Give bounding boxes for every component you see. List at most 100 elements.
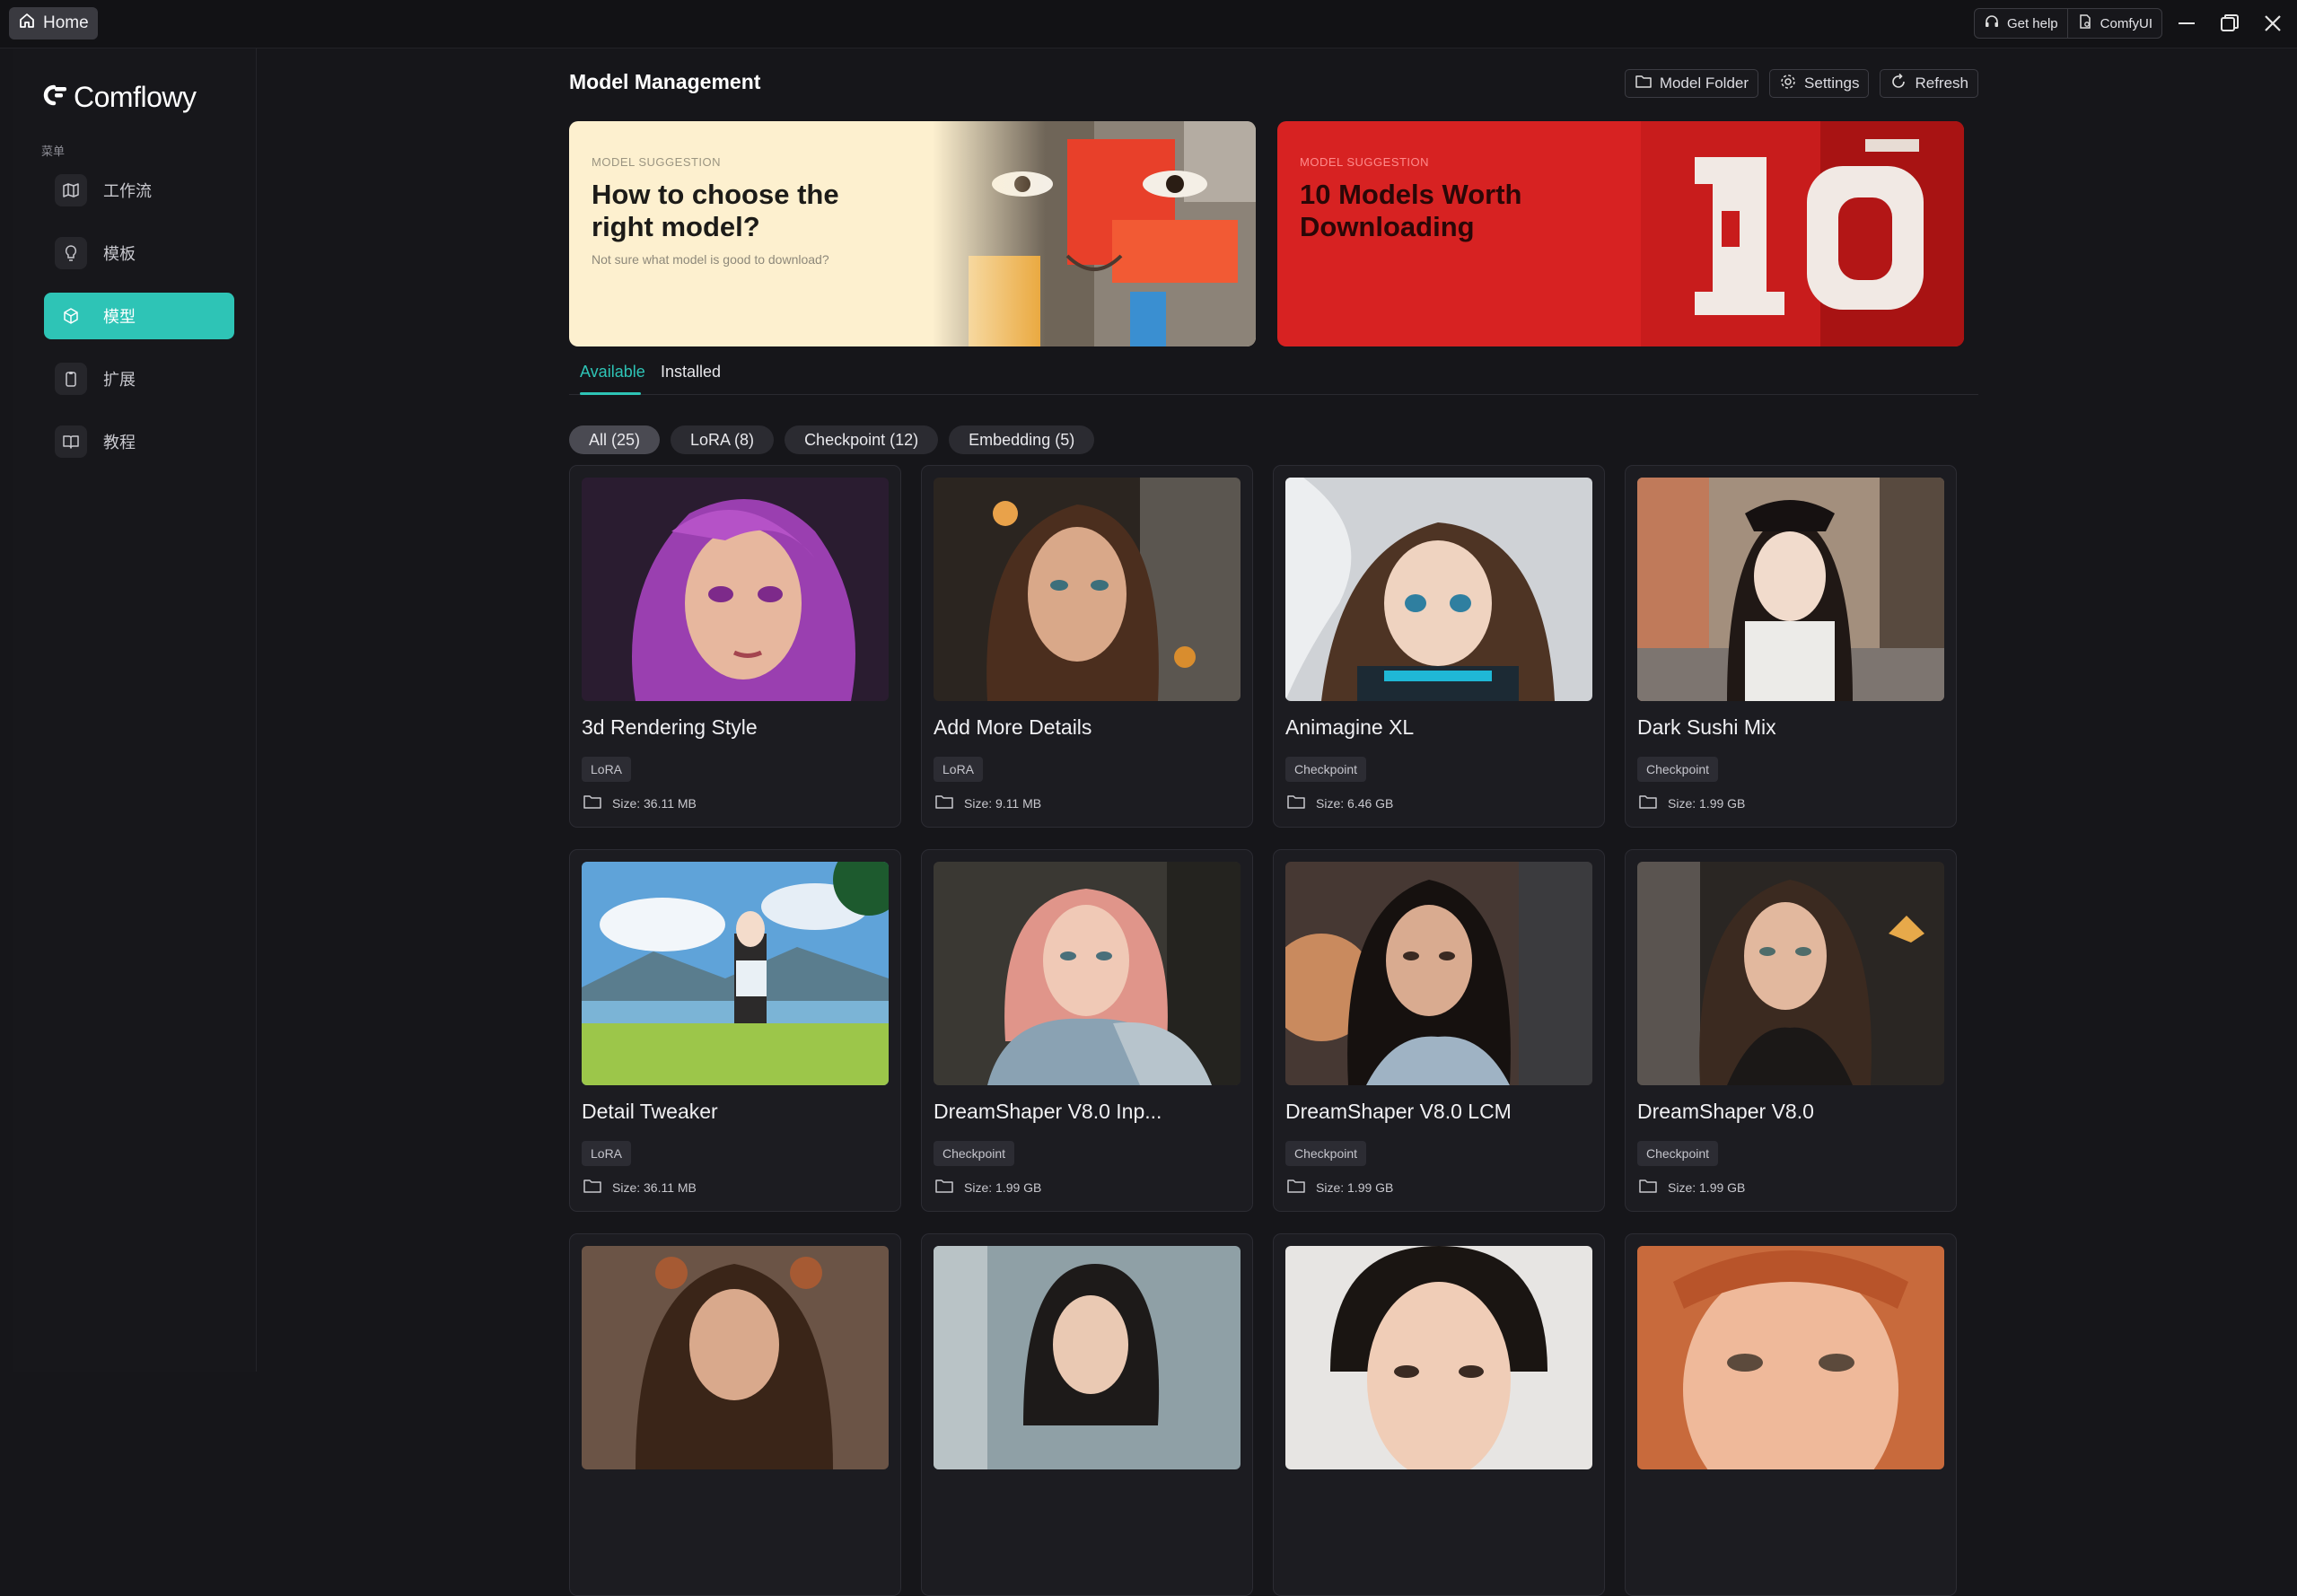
- folder-icon: [583, 1179, 601, 1196]
- model-type-badge: LoRA: [582, 1141, 632, 1166]
- folder-icon: [935, 794, 953, 811]
- sidebar-item-label: 模型: [103, 308, 136, 326]
- model-thumbnail: [1637, 478, 1944, 701]
- sidebar-item-tutorials[interactable]: 教程: [44, 418, 234, 465]
- title-bar: Home Get help ComfyUI: [0, 0, 2297, 48]
- model-thumbnail: [582, 478, 889, 701]
- filter-chip-all[interactable]: All (25): [569, 425, 661, 454]
- lightbulb-icon: [55, 237, 87, 269]
- sidebar-item-label: 扩展: [103, 371, 136, 389]
- model-name: Animagine XL: [1285, 715, 1415, 739]
- model-tabs: Available Installed: [569, 357, 1978, 395]
- sidebar: Comflowy 菜单 工作流 模板 模型 扩展 教程: [13, 48, 257, 1372]
- model-type-badge: LoRA: [582, 757, 632, 782]
- get-help-label: Get help: [2006, 15, 2058, 31]
- model-name: DreamShaper V8.0 LCM: [1285, 1100, 1512, 1123]
- model-card[interactable]: Add More Details LoRA Size: 9.11 MB: [921, 465, 1253, 828]
- headphones-icon: [1984, 13, 2000, 33]
- refresh-icon: [1889, 73, 1907, 95]
- restore-icon[interactable]: [2218, 9, 2241, 38]
- model-card[interactable]: [921, 1233, 1253, 1596]
- model-thumbnail: [934, 862, 1241, 1085]
- minimize-icon[interactable]: [2175, 9, 2198, 38]
- model-name: Dark Sushi Mix: [1637, 715, 1776, 739]
- map-icon: [55, 174, 87, 206]
- settings-button[interactable]: Settings: [1769, 69, 1870, 98]
- window-controls: [2175, 9, 2284, 38]
- sidebar-item-models[interactable]: 模型: [44, 293, 234, 339]
- banner-ten-artwork: [1641, 121, 1964, 346]
- model-name: 3d Rendering Style: [582, 715, 758, 739]
- model-thumbnail: [1637, 1246, 1944, 1469]
- sidebar-nav: 工作流 模板 模型 扩展 教程: [44, 167, 234, 481]
- model-size-label: Size: 6.46 GB: [1316, 795, 1394, 811]
- model-card[interactable]: Dark Sushi Mix Checkpoint Size: 1.99 GB: [1625, 465, 1957, 828]
- filter-chips: All (25) LoRA (8) Checkpoint (12) Embedd…: [569, 425, 1095, 454]
- model-card[interactable]: Detail Tweaker LoRA Size: 36.11 MB: [569, 849, 901, 1212]
- model-name: DreamShaper V8.0: [1637, 1100, 1814, 1123]
- model-size-label: Size: 1.99 GB: [1668, 1179, 1746, 1195]
- model-size-label: Size: 9.11 MB: [964, 795, 1042, 811]
- banner-subtitle: Not sure what model is good to download?: [592, 252, 829, 267]
- model-size: Size: 1.99 GB: [1639, 794, 1745, 811]
- banner-choose-model[interactable]: MODEL SUGGESTION How to choose the right…: [569, 121, 1256, 346]
- model-card[interactable]: 3d Rendering Style LoRA Size: 36.11 MB: [569, 465, 901, 828]
- model-thumbnail: [1285, 862, 1592, 1085]
- model-size-label: Size: 36.11 MB: [612, 1179, 697, 1195]
- model-grid: 3d Rendering Style LoRA Size: 36.11 MB A…: [569, 465, 1957, 1596]
- sidebar-item-label: 模板: [103, 245, 136, 263]
- model-card[interactable]: [1273, 1233, 1605, 1596]
- refresh-label: Refresh: [1915, 75, 1968, 92]
- sidebar-item-label: 工作流: [103, 182, 152, 200]
- home-tab[interactable]: Home: [9, 7, 98, 39]
- model-thumbnail: [1637, 862, 1944, 1085]
- filter-chip-embedding[interactable]: Embedding (5): [949, 425, 1095, 454]
- model-thumbnail: [934, 478, 1241, 701]
- settings-label: Settings: [1804, 75, 1860, 92]
- home-icon: [18, 12, 36, 35]
- comfyui-button[interactable]: ComfyUI: [2067, 8, 2162, 39]
- model-type-badge: LoRA: [934, 757, 984, 782]
- home-tab-label: Home: [43, 13, 89, 32]
- model-type-badge: Checkpoint: [934, 1141, 1015, 1166]
- model-thumbnail: [934, 1246, 1241, 1469]
- tab-installed[interactable]: Installed: [661, 363, 721, 381]
- brand-logo[interactable]: Comflowy: [41, 81, 197, 114]
- model-card[interactable]: DreamShaper V8.0 Inp... Checkpoint Size:…: [921, 849, 1253, 1212]
- folder-icon: [583, 794, 601, 811]
- sidebar-item-templates[interactable]: 模板: [44, 230, 234, 276]
- model-folder-label: Model Folder: [1659, 75, 1749, 92]
- close-icon[interactable]: [2261, 9, 2284, 38]
- model-card[interactable]: DreamShaper V8.0 LCM Checkpoint Size: 1.…: [1273, 849, 1605, 1212]
- filter-chip-checkpoint[interactable]: Checkpoint (12): [785, 425, 939, 454]
- clipboard-icon: [55, 363, 87, 395]
- model-size-label: Size: 1.99 GB: [1668, 795, 1746, 811]
- refresh-button[interactable]: Refresh: [1880, 69, 1978, 98]
- sidebar-item-workflows[interactable]: 工作流: [44, 167, 234, 214]
- folder-icon: [935, 1179, 953, 1196]
- banner-title: How to choose the right model?: [592, 179, 839, 242]
- model-card[interactable]: [1625, 1233, 1957, 1596]
- model-size: Size: 9.11 MB: [935, 794, 1041, 811]
- banner-title: 10 Models Worth Downloading: [1300, 179, 1522, 242]
- model-card[interactable]: [569, 1233, 901, 1596]
- model-size-label: Size: 1.99 GB: [1316, 1179, 1394, 1195]
- banner-kicker: MODEL SUGGESTION: [1300, 155, 1430, 169]
- sidebar-item-extensions[interactable]: 扩展: [44, 355, 234, 402]
- comflowy-logo-icon: [41, 83, 68, 111]
- model-type-badge: Checkpoint: [1285, 757, 1367, 782]
- sidebar-item-label: 教程: [103, 434, 136, 452]
- model-card[interactable]: Animagine XL Checkpoint Size: 6.46 GB: [1273, 465, 1605, 828]
- model-size-label: Size: 1.99 GB: [964, 1179, 1042, 1195]
- tab-available[interactable]: Available: [580, 363, 645, 381]
- folder-icon: [1639, 794, 1657, 811]
- model-name: Detail Tweaker: [582, 1100, 718, 1123]
- filter-chip-lora[interactable]: LoRA (8): [671, 425, 775, 454]
- model-folder-button[interactable]: Model Folder: [1624, 69, 1759, 98]
- model-card[interactable]: DreamShaper V8.0 Checkpoint Size: 1.99 G…: [1625, 849, 1957, 1212]
- model-thumbnail: [1285, 1246, 1592, 1469]
- banner-ten-models[interactable]: MODEL SUGGESTION 10 Models Worth Downloa…: [1277, 121, 1964, 346]
- model-name: Add More Details: [934, 715, 1092, 739]
- get-help-button[interactable]: Get help: [1973, 8, 2068, 39]
- menu-section-label: 菜单: [41, 145, 66, 158]
